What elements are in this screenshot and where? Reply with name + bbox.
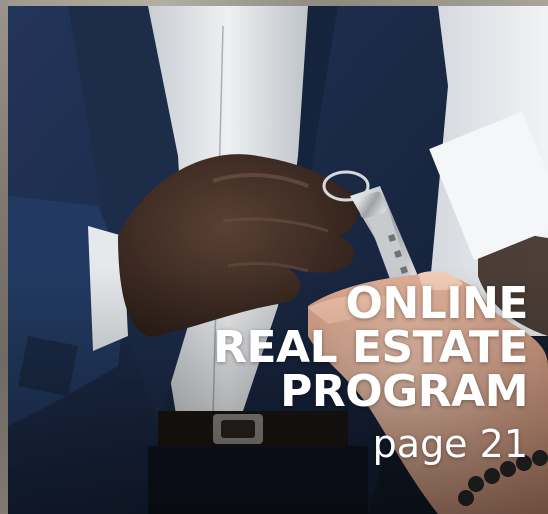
headline-line-3: PROGRAM: [280, 366, 528, 417]
headline: ONLINE REAL ESTATE PROGRAM: [213, 282, 528, 414]
headline-line-2: REAL ESTATE: [213, 322, 528, 373]
page-reference[interactable]: page 21: [373, 424, 528, 464]
headline-line-1: ONLINE: [345, 278, 528, 329]
key-handover-photo: ONLINE REAL ESTATE PROGRAM page 21: [8, 6, 548, 514]
stone-border-left: [0, 0, 8, 514]
advertisement-card: ONLINE REAL ESTATE PROGRAM page 21: [0, 0, 548, 514]
